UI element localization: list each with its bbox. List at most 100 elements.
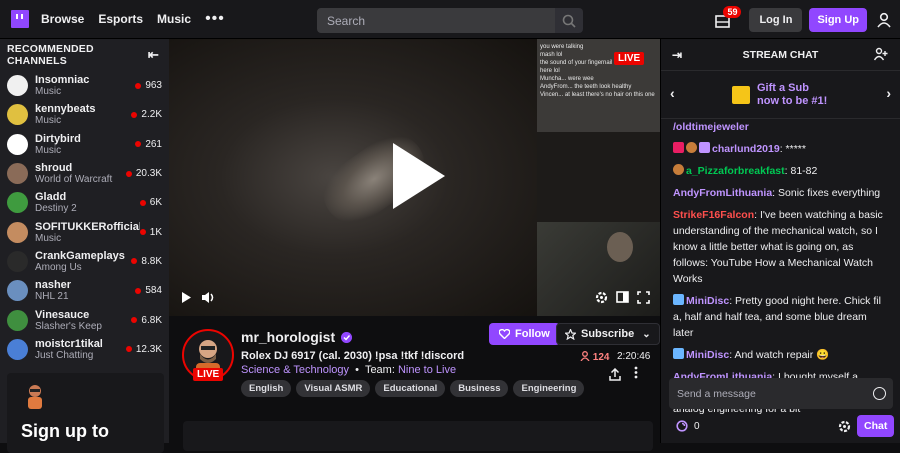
nav-browse[interactable]: Browse (41, 12, 84, 26)
chat-username[interactable]: /oldtimejeweler (673, 121, 749, 133)
team-link[interactable]: Nine to Live (398, 364, 456, 376)
stream-tag[interactable]: Engineering (513, 380, 585, 397)
fullscreen-icon[interactable] (637, 291, 650, 304)
search-input[interactable] (317, 8, 555, 33)
nav-esports[interactable]: Esports (98, 12, 143, 26)
chat-username[interactable]: charlund2019 (712, 143, 780, 155)
more-menu-icon[interactable]: ••• (205, 10, 225, 28)
volume-icon[interactable] (201, 291, 215, 304)
top-nav-bar: Browse Esports Music ••• 59 Log In Sign … (0, 0, 900, 39)
channel-viewers: 6K (139, 197, 162, 208)
stream-tag[interactable]: Business (450, 380, 509, 397)
channel-viewers: 2.2K (131, 109, 162, 120)
channel-text: nasher NHL 21 (35, 279, 135, 302)
chat-username[interactable]: AndyFromLithuania (673, 187, 772, 199)
channel-name: kennybeats (35, 103, 96, 116)
chat-settings-icon[interactable] (838, 420, 851, 433)
channel-viewer-count: 8.8K (141, 255, 162, 267)
channel-name: nasher (35, 279, 72, 292)
sidebar-channel[interactable]: Dirtybird Music 261 (0, 130, 169, 159)
chevron-left-icon[interactable]: ‹ (670, 85, 675, 101)
overlay-chat-line: AndyFrom... the teeth look healthy (540, 84, 632, 90)
chat-username[interactable]: MiniDisc (686, 295, 729, 307)
channel-game: Music (35, 86, 62, 98)
settings-gear-icon[interactable] (595, 291, 608, 304)
notifications-button[interactable]: 59 (715, 6, 742, 31)
emote-picker-icon[interactable] (873, 387, 886, 400)
chat-username[interactable]: MiniDisc (686, 349, 729, 361)
search-icon (562, 14, 576, 28)
channel-game: Destiny 2 (35, 203, 77, 215)
sidebar-channel[interactable]: shroud World of Warcraft 20.3K (0, 159, 169, 188)
sub-badge-icon (673, 142, 684, 153)
category-team-line: Science & Technology • Team: Nine to Liv… (241, 364, 456, 376)
channel-text: moistcr1tikal Just Chatting (35, 338, 126, 361)
channel-text: Vinesauce Slasher's Keep (35, 309, 131, 332)
stream-tag[interactable]: English (241, 380, 292, 397)
category-link[interactable]: Science & Technology (241, 364, 349, 376)
sidebar-channel[interactable]: SOFITUKKERofficial Music 1K (0, 217, 169, 246)
play-icon[interactable] (393, 143, 445, 209)
chat-message-input[interactable] (669, 378, 893, 409)
channel-viewers: 8.8K (131, 256, 162, 267)
sidebar-channel[interactable]: Vinesauce Slasher's Keep 6.8K (0, 305, 169, 334)
channel-viewer-count: 963 (145, 80, 162, 92)
play-pause-icon[interactable] (181, 292, 191, 303)
gift-sub-banner[interactable]: ‹ Gift a Sub now to be #1! › (661, 71, 900, 119)
channel-viewers: 20.3K (125, 168, 162, 179)
sidebar-channel[interactable]: Gladd Destiny 2 6K (0, 188, 169, 217)
chat-message: MiniDisc: And watch repair 😀 (673, 347, 888, 363)
community-icon[interactable] (874, 47, 888, 61)
video-player[interactable]: you were talking mash lol the sound of you… (169, 39, 660, 316)
sidebar-channel[interactable]: kennybeats Music 2.2K (0, 100, 169, 129)
sidebar-channel[interactable]: CrankGameplays Among Us 8.8K (0, 247, 169, 276)
channel-viewer-count: 584 (145, 285, 162, 297)
streamer-name[interactable]: mr_horologist (241, 329, 335, 345)
stream-tag[interactable]: Visual ASMR (296, 380, 371, 397)
stream-title: Rolex DJ 6917 (cal. 2030) !psa !tkf !dis… (241, 350, 465, 362)
twitch-logo-icon[interactable] (11, 10, 29, 28)
more-options-icon[interactable] (634, 366, 638, 379)
emote-badge-icon (673, 164, 684, 175)
channel-points[interactable]: 0 (676, 420, 700, 432)
overlay-chat-line: here lol (540, 68, 560, 74)
subscribe-button[interactable]: Subscribe ⌄ (556, 323, 660, 345)
channel-name: Dirtybird (35, 132, 81, 145)
collapse-sidebar-icon[interactable]: ⇤ (148, 47, 159, 63)
stream-tag[interactable]: Educational (375, 380, 446, 397)
signup-promo-box: Sign up to (7, 373, 164, 453)
main-video-feed (169, 39, 537, 316)
sidebar-channel[interactable]: Insomniac Music 963 (0, 71, 169, 100)
live-dot-icon (125, 346, 132, 353)
channel-text: SOFITUKKERofficial Music (35, 221, 140, 244)
chat-message-text: : Sonic fixes everything (772, 187, 881, 199)
send-chat-button[interactable]: Chat (857, 415, 895, 437)
share-icon[interactable] (609, 368, 621, 381)
nav-music[interactable]: Music (157, 12, 191, 26)
theatre-mode-icon[interactable] (616, 291, 629, 303)
chevron-right-icon[interactable]: › (886, 85, 891, 101)
user-menu-button[interactable] (876, 12, 892, 28)
chat-username[interactable]: a_Pizzaforbreakfast (686, 165, 785, 177)
channel-game: Among Us (35, 261, 82, 273)
channel-viewer-count: 6.8K (141, 314, 162, 326)
follow-button[interactable]: Follow (489, 323, 560, 345)
sidebar-title: RECOMMENDED CHANNELS (7, 43, 94, 67)
streamer-live-badge: LIVE (193, 368, 224, 381)
chat-username[interactable]: StrikeF16Falcon (673, 209, 754, 221)
collapse-chat-icon[interactable]: ⇥ (672, 48, 682, 62)
sidebar-channel[interactable]: nasher NHL 21 584 (0, 276, 169, 305)
chevron-down-icon[interactable]: ⌄ (642, 329, 650, 340)
signup-button[interactable]: Sign Up (809, 8, 867, 32)
channel-game: Just Chatting (35, 349, 94, 361)
sidebar-header: RECOMMENDED CHANNELS ⇤ (0, 39, 169, 71)
emote-badge-icon (686, 142, 697, 153)
channel-text: CrankGameplays Among Us (35, 250, 131, 273)
sidebar-channel[interactable]: moistcr1tikal Just Chatting 12.3K (0, 335, 169, 364)
gift-icon (732, 85, 750, 104)
live-dot-icon (125, 170, 132, 177)
live-dot-icon (131, 317, 138, 324)
login-button[interactable]: Log In (749, 8, 803, 32)
chat-messages: /oldtimejeweler charlund2019: ***** a_Pizz… (661, 119, 900, 417)
search-button[interactable] (555, 8, 583, 33)
